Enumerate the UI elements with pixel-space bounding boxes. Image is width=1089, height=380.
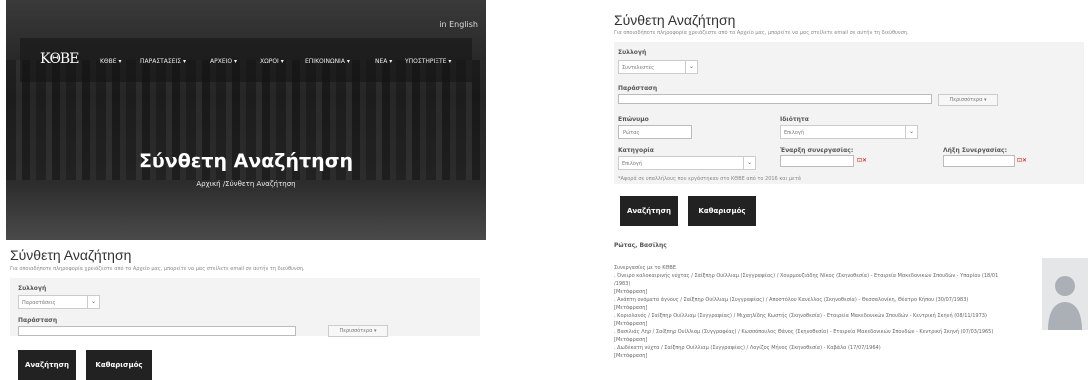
right-performance-input[interactable] (618, 94, 932, 104)
left-intro-text: Για οποιαδήποτε πληροφορία χρειάζεστε απ… (10, 266, 305, 272)
site-logo[interactable]: KΘBE (40, 51, 79, 67)
right-start-label: Έναρξη συνεργασίας: (780, 147, 854, 154)
left-performance-input[interactable] (18, 326, 296, 336)
avatar (1042, 258, 1088, 330)
left-more-button[interactable]: Περισσότερα ▾ (328, 325, 388, 337)
nav-item-archive[interactable]: ΑΡΧΕΙΟ ▾ (210, 58, 237, 65)
right-category-label: Κατηγορία (618, 147, 654, 154)
chevron-down-icon: ⌄ (743, 157, 755, 169)
right-clear-button[interactable]: Καθαρισμός (688, 196, 756, 226)
left-collection-label: Συλλογή (18, 285, 47, 292)
right-performance-label: Παράσταση (618, 85, 658, 92)
result-person-name[interactable]: Ρώτας, Βασίλης (614, 242, 667, 249)
right-role-value: Επιλογή (784, 130, 805, 136)
hero-title: Σύνθετη Αναζήτηση (138, 150, 354, 172)
left-performance-label: Παράσταση (18, 317, 58, 324)
list-item: [Μετάφραση] (614, 337, 648, 343)
nav-item-venues[interactable]: ΧΩΡΟΙ ▾ (260, 58, 284, 65)
breadcrumb[interactable]: Αρχική /Σύνθετη Αναζήτηση (6, 180, 486, 188)
calendar-clear-icon[interactable]: ⊡✕ (857, 157, 867, 164)
hero-banner: in English KΘBE ΚΘΒΕ ▾ ΠΑΡΑΣΤΑΣΕΙΣ ▾ ΑΡΧ… (6, 0, 486, 240)
nav-item-kthve[interactable]: ΚΘΒΕ ▾ (100, 58, 121, 65)
list-item[interactable]: . Κοριολανός / Σαίξπηρ Ουίλλιαμ (Συγγραφ… (614, 313, 1034, 321)
list-item: [Μετάφραση] (614, 305, 648, 311)
right-note: *Αφορά σε υπαλλήλους που εργάστηκαν στο … (618, 176, 802, 182)
main-navbar: KΘBE ΚΘΒΕ ▾ ΠΑΡΑΣΤΑΣΕΙΣ ▾ ΑΡΧΕΙΟ ▾ ΧΩΡΟΙ… (20, 38, 472, 82)
hero-background-floor (6, 180, 486, 240)
left-collection-select[interactable]: Παραστάσεις ⌄ (18, 295, 100, 309)
right-start-date-input[interactable] (780, 155, 854, 167)
user-silhouette-icon (1048, 276, 1082, 330)
left-page-title: Σύνθετη Αναζήτηση (10, 247, 132, 263)
right-intro-text: Για οποιαδήποτε πληροφορία χρειάζεστε απ… (614, 30, 909, 36)
nav-item-support[interactable]: ΥΠΟΣΤΗΡΙΞΤΕ ▾ (405, 58, 451, 65)
right-end-date-input[interactable] (943, 155, 1015, 167)
right-more-button[interactable]: Περισσότερα ▾ (938, 94, 998, 106)
right-end-label: Λήξη Συνεργασίας: (943, 147, 1007, 154)
right-collection-select[interactable]: Συντελεστές ⌄ (618, 60, 698, 74)
right-category-value: Επιλογή (622, 161, 643, 167)
right-collection-value: Συντελεστές (622, 65, 655, 71)
chevron-down-icon: ⌄ (685, 61, 697, 73)
left-collection-value: Παραστάσεις (22, 300, 56, 306)
list-item: [Μετάφραση] (614, 353, 648, 359)
chevron-down-icon: ⌄ (87, 296, 99, 308)
result-heading: Συνεργασίες με το ΚΘΒΕ (614, 265, 676, 271)
right-role-label: Ιδιότητα (780, 116, 809, 123)
list-item[interactable]: . Ανάπτη ονόματα άγνους / Σαίξπηρ Ουίλλι… (614, 297, 1034, 305)
right-page-title: Σύνθετη Αναζήτηση (614, 12, 736, 28)
result-list: . Όνειρο καλοκαιρινής νύχτας / Σαίξπηρ Ο… (614, 273, 1034, 361)
list-item[interactable]: . Δωδέκατη νύχτα / Σαίξπηρ Ουίλλιαμ (Συγ… (614, 345, 1034, 353)
list-item[interactable]: . Βασιλιάς Ληρ / Σαίξπηρ Ουίλλιαμ (Συγγρ… (614, 329, 1034, 337)
list-item: /1983) (614, 281, 631, 287)
list-item: [Μετάφραση] (614, 321, 648, 327)
left-clear-button[interactable]: Καθαρισμός (86, 350, 152, 380)
nav-item-contact[interactable]: ΕΠΙΚΟΙΝΩΝΙΑ ▾ (305, 58, 350, 65)
chevron-down-icon: ⌄ (905, 126, 917, 138)
left-search-button[interactable]: Αναζήτηση (18, 350, 76, 380)
list-item[interactable]: . Όνειρο καλοκαιρινής νύχτας / Σαίξπηρ Ο… (614, 273, 1034, 281)
nav-item-news[interactable]: ΝΕΑ ▾ (375, 58, 392, 65)
language-switch[interactable]: in English (439, 20, 478, 29)
nav-item-performances[interactable]: ΠΑΡΑΣΤΑΣΕΙΣ ▾ (140, 58, 186, 65)
right-surname-input[interactable]: Ρώτας (618, 125, 692, 139)
calendar-clear-icon[interactable]: ⊡✕ (1017, 157, 1027, 164)
right-search-button[interactable]: Αναζήτηση (620, 196, 678, 226)
right-category-select[interactable]: Επιλογή ⌄ (618, 156, 756, 170)
right-collection-label: Συλλογή (618, 49, 647, 56)
right-surname-label: Επώνυμο (618, 116, 649, 123)
list-item: [Μετάφραση] (614, 289, 648, 295)
right-role-select[interactable]: Επιλογή ⌄ (780, 125, 918, 139)
